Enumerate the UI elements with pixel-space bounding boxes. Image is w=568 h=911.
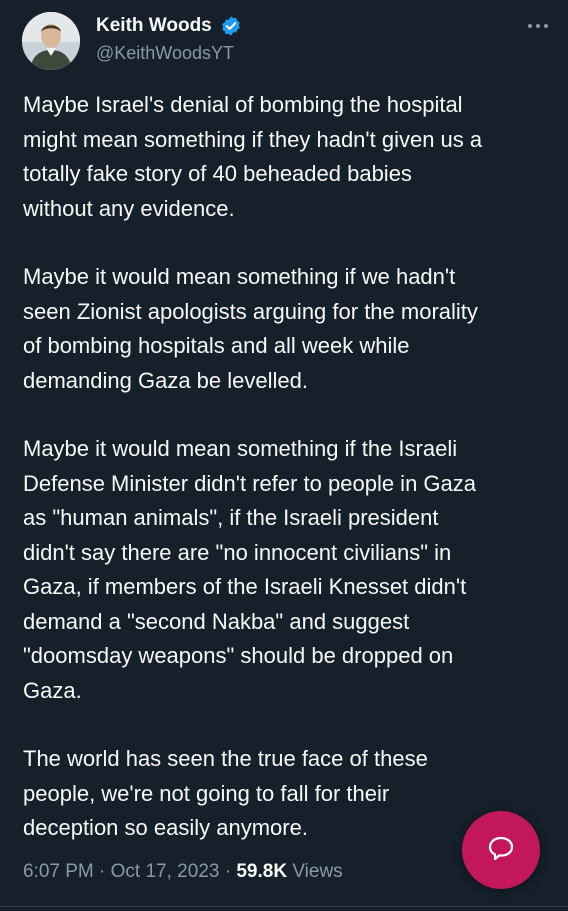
verified-badge-icon: [220, 15, 242, 37]
tweet-date[interactable]: Oct 17, 2023: [111, 861, 220, 882]
compose-reply-button[interactable]: [462, 811, 540, 889]
author-names: Keith Woods @KeithWoodsYT: [96, 14, 242, 66]
tweet-paragraph: Maybe Israel's denial of bombing the hos…: [23, 92, 483, 221]
tweet-meta: 6:07 PM · Oct 17, 2023 · 59.8K Views: [23, 858, 343, 886]
tweet-paragraph: Maybe it would mean something if we hadn…: [23, 264, 478, 393]
divider: [0, 906, 568, 907]
more-horizontal-icon[interactable]: [524, 16, 552, 36]
tweet-time[interactable]: 6:07 PM: [23, 861, 94, 882]
avatar[interactable]: [22, 12, 80, 70]
tweet-text: Maybe Israel's denial of bombing the hos…: [23, 88, 553, 880]
compose-reply-icon: [486, 833, 516, 868]
tweet-paragraph: Maybe it would mean something if the Isr…: [23, 436, 476, 703]
tweet-header: Keith Woods @KeithWoodsYT: [22, 12, 552, 72]
views-count[interactable]: 59.8K: [236, 861, 287, 882]
handle[interactable]: @KeithWoodsYT: [96, 40, 242, 66]
views-label: Views: [287, 861, 343, 882]
meta-separator: ·: [219, 861, 237, 882]
display-name[interactable]: Keith Woods: [96, 14, 212, 38]
meta-separator: ·: [93, 861, 111, 882]
